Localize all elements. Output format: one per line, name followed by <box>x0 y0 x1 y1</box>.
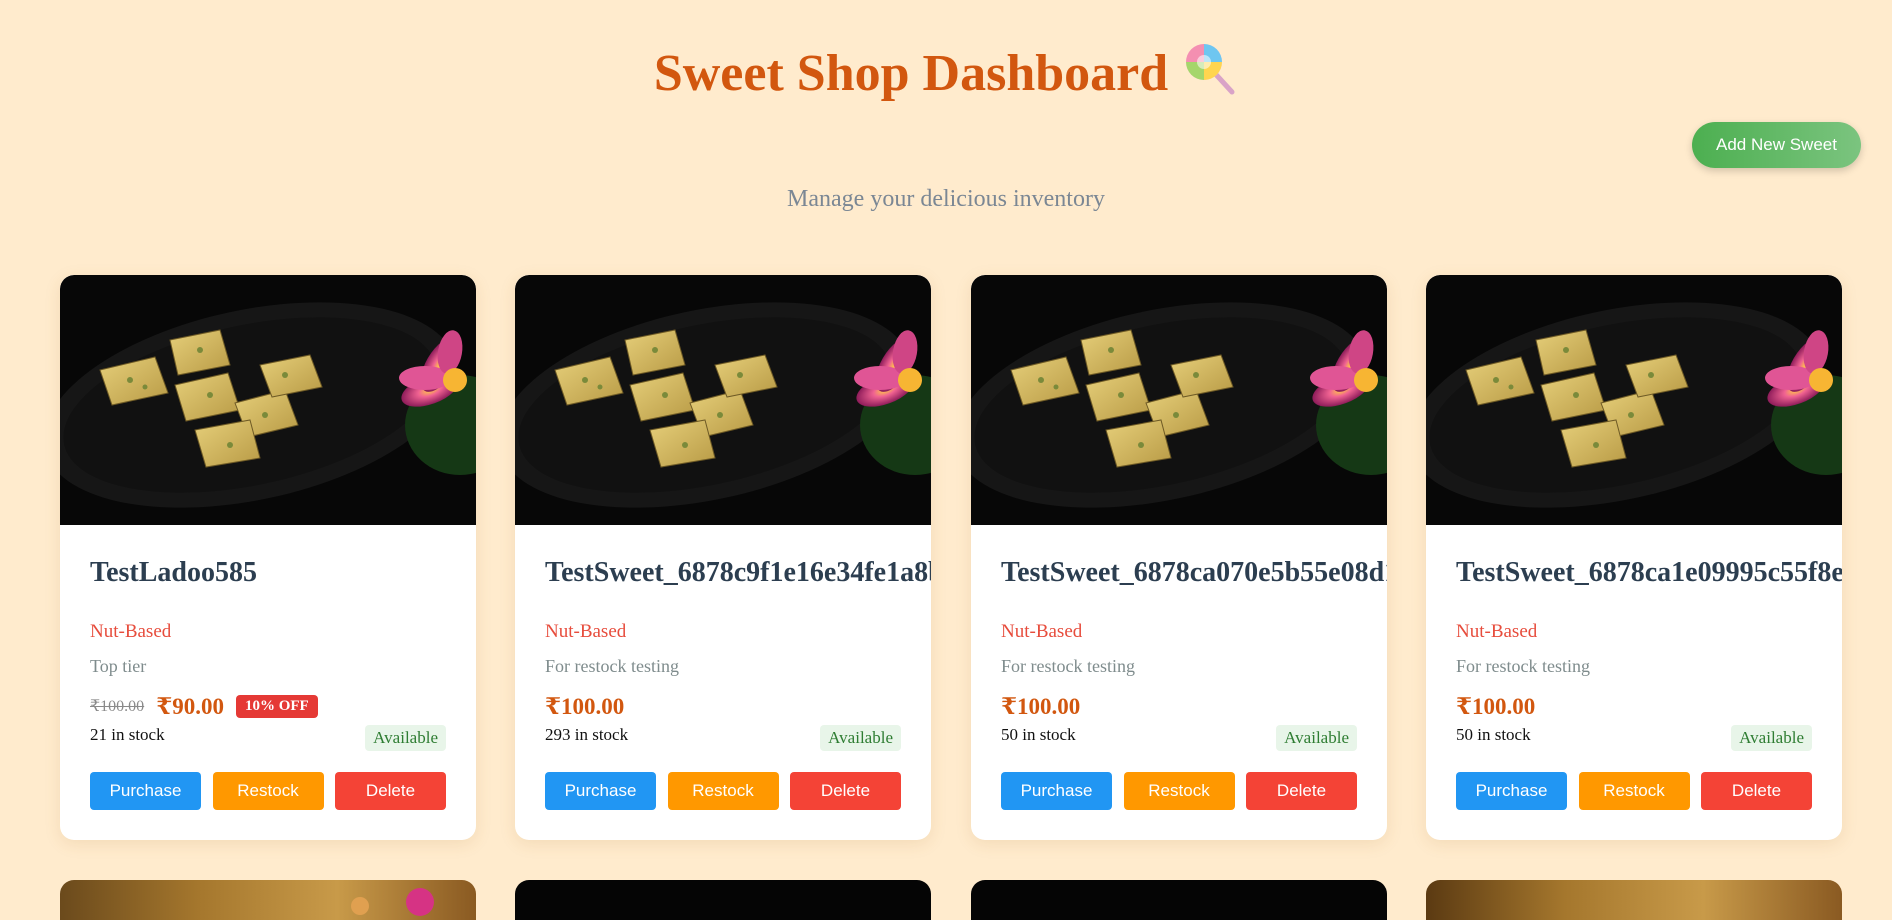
stock-count: 293 in stock <box>545 725 629 744</box>
sweet-image <box>1426 275 1842 525</box>
add-new-sweet-button[interactable]: Add New Sweet <box>1692 122 1861 168</box>
delete-button[interactable]: Delete <box>1701 772 1812 810</box>
discount-badge: 10% OFF <box>235 694 318 718</box>
delete-button[interactable]: Delete <box>790 772 901 810</box>
purchase-button[interactable]: Purchase <box>545 772 656 810</box>
sweet-card-image-partial <box>971 880 1387 920</box>
sweet-category: Nut-Based <box>90 621 172 642</box>
stock-count: 50 in stock <box>1456 725 1531 744</box>
sweet-card-image-partial <box>60 880 476 920</box>
status-badge: Available <box>365 725 446 751</box>
sweet-card: TestLadoo585 Nut-Based Top tier ₹100.00 … <box>60 275 476 840</box>
sweet-card: TestSweet_6878ca070e5b55e08d1 Nut-Based … <box>971 275 1387 840</box>
sweet-card-image-partial <box>1426 880 1842 920</box>
purchase-button[interactable]: Purchase <box>90 772 201 810</box>
stock-count: 21 in stock <box>90 725 165 744</box>
sweet-image <box>515 275 931 525</box>
sweet-description: For restock testing <box>545 656 679 676</box>
sweet-name: TestSweet_6878ca070e5b55e08d1 <box>1001 557 1387 588</box>
price: ₹90.00 <box>156 693 224 719</box>
stock-count: 50 in stock <box>1001 725 1076 744</box>
flower-decoration <box>351 888 434 916</box>
restock-button[interactable]: Restock <box>667 772 779 810</box>
price: ₹100.00 <box>1001 693 1081 719</box>
price: ₹100.00 <box>545 693 625 719</box>
sweet-description: For restock testing <box>1456 656 1590 676</box>
card-actions: Purchase Restock Delete <box>1456 772 1812 810</box>
status-badge: Available <box>820 725 901 751</box>
status-badge: Available <box>1276 725 1357 751</box>
sweet-name: TestSweet_6878c9f1e16e34fe1a8b <box>545 557 931 588</box>
delete-button[interactable]: Delete <box>1246 772 1357 810</box>
sweet-card: TestSweet_6878ca1e09995c55f8e Nut-Based … <box>1426 275 1842 840</box>
sweet-card: TestSweet_6878c9f1e16e34fe1a8b Nut-Based… <box>515 275 931 840</box>
sweet-category: Nut-Based <box>1456 621 1538 642</box>
sweet-category: Nut-Based <box>545 621 627 642</box>
original-price: ₹100.00 <box>90 698 145 715</box>
sweet-card-image-partial <box>515 880 931 920</box>
page-title-text: Sweet Shop Dashboard <box>653 45 1169 102</box>
card-actions: Purchase Restock Delete <box>1001 772 1357 810</box>
price: ₹100.00 <box>1456 693 1536 719</box>
sweet-category: Nut-Based <box>1001 621 1083 642</box>
page-title: Sweet Shop Dashboard <box>0 40 1892 107</box>
sweet-name: TestLadoo585 <box>90 557 258 588</box>
sweet-description: For restock testing <box>1001 656 1135 676</box>
lollipop-icon <box>1186 44 1235 95</box>
sweet-description: Top tier <box>90 656 147 676</box>
restock-button[interactable]: Restock <box>1578 772 1690 810</box>
status-badge: Available <box>1731 725 1812 751</box>
sweet-image <box>971 275 1387 525</box>
page-subtitle: Manage your delicious inventory <box>787 186 1105 212</box>
restock-button[interactable]: Restock <box>1123 772 1235 810</box>
sweet-image <box>60 275 476 525</box>
restock-button[interactable]: Restock <box>212 772 324 810</box>
sweet-name: TestSweet_6878ca1e09995c55f8e <box>1456 557 1842 588</box>
card-actions: Purchase Restock Delete <box>90 772 446 810</box>
card-actions: Purchase Restock Delete <box>545 772 901 810</box>
purchase-button[interactable]: Purchase <box>1456 772 1567 810</box>
purchase-button[interactable]: Purchase <box>1001 772 1112 810</box>
delete-button[interactable]: Delete <box>335 772 446 810</box>
